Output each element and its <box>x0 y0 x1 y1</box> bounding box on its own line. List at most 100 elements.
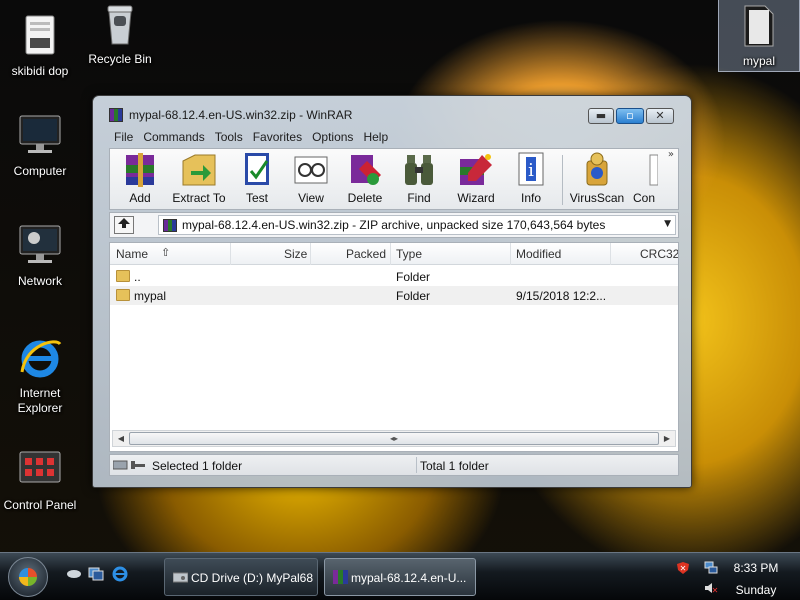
extract-to-icon <box>179 151 219 189</box>
zip-archive-icon <box>163 219 177 232</box>
wizard-icon <box>456 151 496 189</box>
wizard-button[interactable]: Wizard <box>450 151 502 205</box>
network-icon <box>16 222 64 270</box>
up-folder-button[interactable] <box>114 216 134 234</box>
delete-button[interactable]: Delete <box>342 151 388 205</box>
view-button[interactable]: View <box>288 151 334 205</box>
desktop-icon-label: Control Panel <box>3 498 77 512</box>
svg-text:✕: ✕ <box>680 564 687 573</box>
column-modified[interactable]: Modified <box>516 247 561 261</box>
toolbar-overflow-icon[interactable]: » <box>668 149 674 160</box>
file-row-mypal[interactable]: mypal Folder 9/15/2018 12:2... <box>110 286 678 305</box>
menu-favorites[interactable]: Favorites <box>248 128 307 146</box>
toolbar-separator <box>562 155 563 205</box>
tool-label: Add <box>129 191 151 205</box>
column-name[interactable]: Name <box>116 247 148 261</box>
column-type[interactable]: Type <box>396 247 422 261</box>
desktop-icon-network[interactable]: Network <box>0 222 83 289</box>
file-row-parent[interactable]: .. Folder <box>110 267 678 286</box>
virusscan-icon <box>577 151 617 189</box>
switch-windows-icon[interactable] <box>88 565 106 583</box>
info-button[interactable]: i Info <box>510 151 552 205</box>
taskbar-button-cd-drive[interactable]: CD Drive (D:) MyPal68 <box>164 558 318 596</box>
taskbar-button-winrar[interactable]: mypal-68.12.4.en-U... <box>324 558 476 596</box>
show-desktop-icon[interactable] <box>66 565 84 583</box>
maximize-button[interactable]: ▫ <box>616 108 644 124</box>
internet-explorer-quicklaunch-icon[interactable] <box>111 565 129 583</box>
title-bar[interactable]: mypal-68.12.4.en-US.win32.zip - WinRAR ▬… <box>93 96 691 124</box>
toolbar: Add Extract To Test View Delete Find Wiz… <box>109 148 679 210</box>
chevron-down-icon[interactable]: ▼ <box>664 219 671 229</box>
scroll-thumb[interactable]: ◂▸ <box>129 432 659 445</box>
column-size[interactable]: Size <box>284 247 307 261</box>
drive-icon[interactable] <box>112 459 145 471</box>
scroll-left-icon[interactable]: ◀ <box>114 432 128 445</box>
desktop-icon-label: mypal <box>742 54 775 68</box>
add-button[interactable]: Add <box>116 151 164 205</box>
file-list[interactable]: Name ⇧ Size Packed Type Modified CRC32 .… <box>109 242 679 452</box>
desktop-icon-control-panel[interactable]: Control Panel <box>0 446 83 513</box>
address-field[interactable]: mypal-68.12.4.en-US.win32.zip - ZIP arch… <box>158 215 676 235</box>
close-button[interactable]: ✕ <box>646 108 674 124</box>
tool-label: Info <box>520 191 541 205</box>
desktop-icon-recycle-bin[interactable]: Recycle Bin <box>77 0 163 67</box>
menu-commands[interactable]: Commands <box>138 128 209 146</box>
file-icon <box>16 12 64 60</box>
con-button[interactable]: Con <box>628 151 660 205</box>
desktop-icon-label: Computer <box>13 164 67 178</box>
winrar-icon <box>333 570 348 584</box>
column-divider <box>230 243 231 265</box>
status-selected: Selected 1 folder <box>152 459 243 473</box>
column-divider <box>610 243 611 265</box>
desktop-icon-skibidi-dop[interactable]: skibidi dop <box>0 12 83 79</box>
status-bar: Selected 1 folder Total 1 folder <box>109 454 679 476</box>
up-arrow-icon <box>118 218 130 228</box>
menu-options[interactable]: Options <box>307 128 358 146</box>
start-button[interactable] <box>8 557 48 597</box>
column-packed[interactable]: Packed <box>346 247 386 261</box>
taskbar: CD Drive (D:) MyPal68 mypal-68.12.4.en-U… <box>0 552 800 600</box>
desktop-icon-mypal[interactable]: mypal <box>716 2 800 69</box>
tool-label: VirusScan <box>569 191 625 205</box>
winrar-window[interactable]: mypal-68.12.4.en-US.win32.zip - WinRAR ▬… <box>92 95 692 488</box>
status-divider <box>416 457 417 473</box>
control-panel-icon <box>16 446 64 494</box>
taskbar-button-label: CD Drive (D:) MyPal68 <box>191 571 314 585</box>
svg-text:✕: ✕ <box>712 586 718 595</box>
test-button[interactable]: Test <box>234 151 280 205</box>
extract-to-button[interactable]: Extract To <box>168 151 230 205</box>
minimize-button[interactable]: ▬ <box>588 108 614 124</box>
menu-file[interactable]: File <box>109 128 138 146</box>
con-icon <box>630 151 659 189</box>
column-divider <box>310 243 311 265</box>
scroll-right-icon[interactable]: ▶ <box>660 432 674 445</box>
clock-time: 8:33 PM <box>733 561 779 575</box>
security-alert-icon[interactable]: ✕ <box>676 561 690 575</box>
network-status-icon[interactable] <box>704 561 718 575</box>
horizontal-scrollbar[interactable]: ◀ ◂▸ ▶ <box>112 430 676 447</box>
desktop-icon-internet-explorer[interactable]: Internet Explorer <box>0 334 83 416</box>
desktop-icon-computer[interactable]: Computer <box>0 112 83 179</box>
menu-tools[interactable]: Tools <box>210 128 248 146</box>
clock[interactable]: 8:33 PM Sunday <box>726 559 786 599</box>
maximize-icon: ▫ <box>626 109 634 122</box>
svg-text:i: i <box>528 160 534 181</box>
file-modified: 9/15/2018 12:2... <box>516 289 607 303</box>
volume-muted-icon[interactable]: ✕ <box>704 581 718 595</box>
find-button[interactable]: Find <box>396 151 442 205</box>
virusscan-button[interactable]: VirusScan <box>568 151 626 205</box>
winrar-icon <box>109 108 123 122</box>
windows-logo-icon <box>19 568 37 586</box>
menu-help[interactable]: Help <box>358 128 393 146</box>
file-name: .. <box>134 270 141 284</box>
tool-label: Extract To <box>172 191 226 205</box>
file-name: mypal <box>134 289 167 303</box>
status-total: Total 1 folder <box>420 459 489 473</box>
column-header: Name ⇧ Size Packed Type Modified CRC32 <box>110 243 678 265</box>
tool-label: Con <box>632 191 655 205</box>
view-icon <box>291 151 331 189</box>
tool-label: Delete <box>347 191 383 205</box>
column-crc32[interactable]: CRC32 <box>640 247 678 261</box>
delete-icon <box>345 151 385 189</box>
folder-icon <box>116 270 130 282</box>
